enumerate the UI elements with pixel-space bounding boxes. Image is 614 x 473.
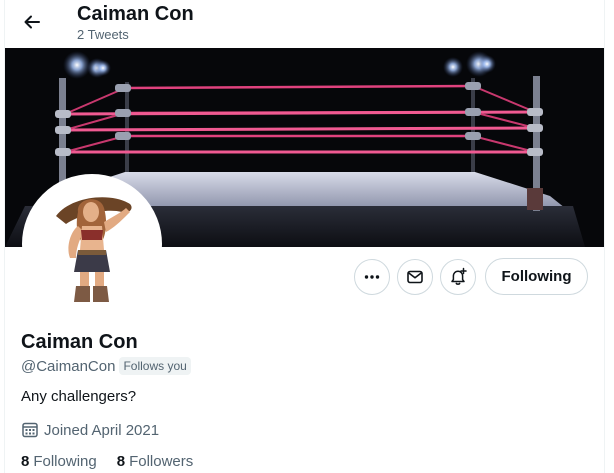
- joined-date: Joined April 2021: [44, 421, 160, 439]
- envelope-icon: [407, 270, 423, 284]
- followers-count: 8: [116, 452, 126, 470]
- following-button[interactable]: Following: [485, 258, 588, 295]
- followers-stat-link[interactable]: 8 Followers: [117, 453, 194, 470]
- follow-stats: 8 Following 8 Followers: [21, 451, 193, 471]
- profile-handle: @CaimanCon: [21, 357, 116, 375]
- following-stat-link[interactable]: 8 Following: [21, 453, 97, 470]
- profile-header: Caiman Con 2 Tweets: [5, 0, 604, 48]
- profile-name: Caiman Con: [21, 331, 138, 353]
- more-horizontal-icon: [364, 275, 380, 279]
- following-count: 8: [21, 452, 30, 470]
- barbarian-character-image: [26, 178, 158, 310]
- header-title: Caiman Con: [77, 3, 194, 25]
- calendar-icon: [22, 422, 38, 438]
- notifications-button[interactable]: [440, 259, 476, 295]
- arrow-left-icon: [24, 15, 40, 29]
- avatar[interactable]: [22, 174, 162, 314]
- followers-label: Followers: [129, 452, 194, 470]
- follows-you-badge: Follows you: [119, 357, 191, 375]
- joined-date-row: Joined April 2021: [21, 420, 159, 440]
- more-options-button[interactable]: [354, 259, 390, 295]
- bell-plus-icon: [451, 267, 467, 285]
- back-button[interactable]: [19, 9, 45, 35]
- message-button[interactable]: [397, 259, 433, 295]
- handle-row: @CaimanCon Follows you: [21, 356, 191, 376]
- following-label: Following: [33, 452, 97, 470]
- column-border-right: [604, 0, 605, 473]
- tweet-count: 2 Tweets: [77, 27, 129, 42]
- profile-bio: Any challengers?: [21, 388, 137, 405]
